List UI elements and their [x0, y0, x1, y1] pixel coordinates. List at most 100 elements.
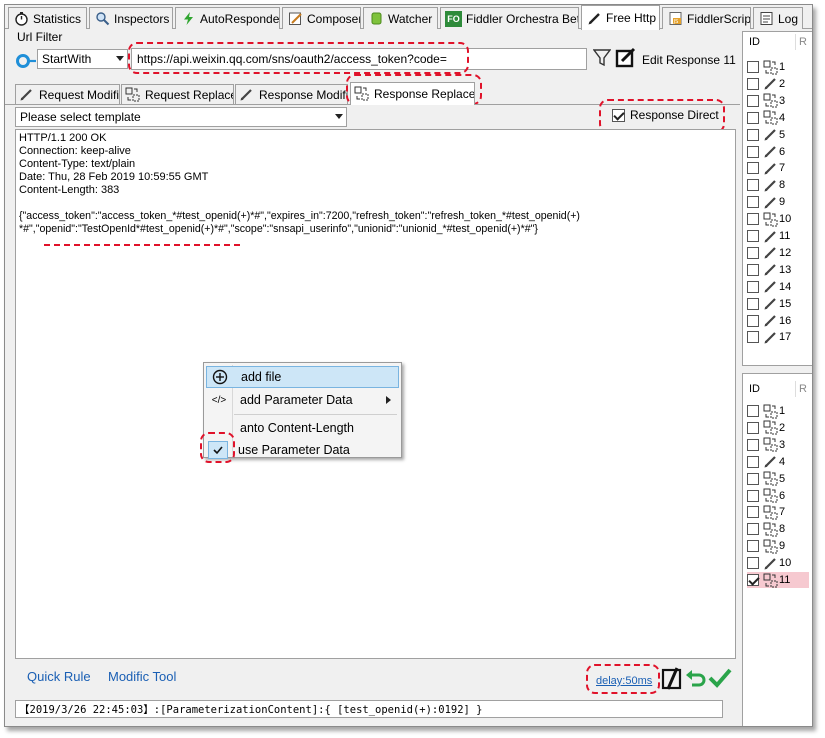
subtab-request-replace[interactable]: Request Replace: [121, 84, 234, 104]
rule-row[interactable]: 3: [747, 93, 785, 109]
app-window: Statistics Inspectors AutoResponder Comp…: [4, 4, 813, 727]
rule-list-top[interactable]: ID R 1 2 3 4 5 6 7 8 9 10 11 12 13 14 15 16 17: [742, 31, 812, 366]
rule-checkbox[interactable]: [747, 489, 759, 502]
rule-checkbox[interactable]: [747, 557, 759, 570]
rule-checkbox[interactable]: [747, 213, 759, 226]
rule-list-bottom[interactable]: ID R 1 2 3 4 5 6 7 8 9 10 11: [742, 373, 812, 726]
rule-row[interactable]: 4: [747, 454, 785, 470]
rule-row[interactable]: 14: [747, 279, 791, 295]
template-select[interactable]: Please select template: [15, 107, 347, 127]
tab-composer[interactable]: Composer: [282, 7, 361, 29]
undo-icon[interactable]: [685, 669, 707, 689]
tab-fiddlerscript[interactable]: JS FiddlerScript: [662, 7, 751, 29]
match-mode-select[interactable]: StartWith: [37, 49, 128, 69]
rule-checkbox[interactable]: [747, 523, 759, 536]
rule-row[interactable]: 11: [747, 228, 790, 244]
rule-checkbox[interactable]: [747, 128, 759, 141]
rule-row[interactable]: 15: [747, 296, 791, 312]
rule-checkbox[interactable]: [747, 438, 759, 451]
rule-row[interactable]: 9: [747, 194, 785, 210]
rule-row[interactable]: 2: [747, 420, 785, 436]
subtab-response-replace[interactable]: Response Replace: [350, 82, 475, 105]
rule-checkbox[interactable]: [747, 145, 759, 158]
rule-checkbox[interactable]: [747, 314, 759, 327]
rule-row[interactable]: 1: [747, 403, 785, 419]
checkbox-box[interactable]: [612, 108, 625, 122]
filter-ring-icon[interactable]: [15, 52, 36, 70]
rule-row[interactable]: 8: [747, 521, 785, 537]
rule-checkbox[interactable]: [747, 263, 759, 276]
rule-row[interactable]: 12: [747, 245, 791, 261]
rule-id: 1: [779, 405, 786, 417]
subtab-response-modific[interactable]: Response Modific: [235, 84, 348, 104]
rule-checkbox[interactable]: [747, 196, 759, 209]
rule-id: 2: [779, 421, 786, 434]
rule-checkbox[interactable]: [747, 331, 759, 344]
rule-row[interactable]: 10: [747, 211, 791, 227]
tab-free-http[interactable]: Free Http: [581, 5, 660, 30]
subtab-request-modific[interactable]: Request Modific: [15, 84, 120, 104]
rule-row[interactable]: 16: [747, 313, 791, 329]
rule-row[interactable]: 10: [747, 555, 791, 571]
rule-checkbox[interactable]: [747, 111, 759, 124]
modific-tool-link[interactable]: Modific Tool: [108, 669, 176, 684]
rule-checkbox[interactable]: [747, 94, 759, 107]
rule-checkbox[interactable]: [747, 574, 759, 586]
rule-checkbox[interactable]: [747, 61, 759, 73]
rule-row[interactable]: 6: [747, 488, 785, 504]
rule-row[interactable]: 5: [747, 471, 785, 487]
rule-row[interactable]: 1: [747, 59, 785, 75]
rule-id: 9: [779, 196, 786, 209]
rule-row[interactable]: 6: [747, 144, 785, 160]
rule-row[interactable]: 2: [747, 76, 785, 92]
rule-id: 7: [779, 506, 786, 519]
tab-fiddler-orchestra[interactable]: FO Fiddler Orchestra Beta: [440, 7, 579, 29]
delay-link[interactable]: delay:50ms: [596, 675, 652, 687]
edit-response-label: Edit Response 11: [642, 53, 736, 67]
rule-checkbox[interactable]: [747, 162, 759, 175]
menu-item-anto-content-length[interactable]: anto Content-Length: [206, 417, 399, 439]
rule-checkbox[interactable]: [747, 455, 759, 468]
rule-checkbox[interactable]: [747, 77, 759, 90]
menu-item-use-parameter-data[interactable]: use Parameter Data: [206, 439, 399, 461]
menu-item-add-file[interactable]: add file: [206, 366, 399, 388]
menu-item-add-parameter-data[interactable]: </> add Parameter Data: [206, 389, 399, 411]
rule-row[interactable]: 5: [747, 127, 785, 143]
rule-id: 8: [779, 179, 786, 192]
editor-line: *#","openid":"TestOpenId*#test_openid(+)…: [19, 223, 538, 235]
rule-row[interactable]: 9: [747, 538, 785, 554]
url-input[interactable]: https://api.weixin.qq.com/sns/oauth2/acc…: [131, 48, 587, 70]
rule-checkbox[interactable]: [747, 421, 759, 434]
rule-id: 14: [779, 280, 792, 293]
tab-log[interactable]: Log: [753, 7, 803, 29]
pencil-icon: [763, 245, 778, 260]
tab-statistics[interactable]: Statistics: [8, 7, 87, 29]
rule-row[interactable]: 7: [747, 504, 785, 520]
rule-row[interactable]: 17: [747, 329, 791, 345]
rule-row[interactable]: 11: [747, 572, 809, 588]
rule-id: 4: [779, 111, 786, 124]
rule-checkbox[interactable]: [747, 472, 759, 485]
rule-checkbox[interactable]: [747, 280, 759, 293]
rule-row[interactable]: 13: [747, 262, 791, 278]
rule-checkbox[interactable]: [747, 179, 759, 192]
tab-watcher[interactable]: Watcher: [363, 7, 438, 29]
rule-checkbox[interactable]: [747, 230, 759, 242]
rule-checkbox[interactable]: [747, 405, 759, 417]
funnel-icon[interactable]: [592, 48, 612, 68]
tab-autoresponder[interactable]: AutoResponder: [175, 7, 280, 29]
rule-row[interactable]: 7: [747, 160, 785, 176]
confirm-check-icon[interactable]: [708, 667, 732, 689]
rule-row[interactable]: 4: [747, 110, 785, 126]
quick-rule-link[interactable]: Quick Rule: [27, 669, 91, 684]
rule-checkbox[interactable]: [747, 540, 759, 553]
response-direct-checkbox[interactable]: Response Direct: [612, 108, 719, 122]
rule-checkbox[interactable]: [747, 297, 759, 310]
tab-inspectors[interactable]: Inspectors: [89, 7, 173, 29]
rule-row[interactable]: 3: [747, 437, 785, 453]
pen-tool-icon[interactable]: [661, 667, 683, 691]
rule-checkbox[interactable]: [747, 506, 759, 519]
edit-square-icon[interactable]: [615, 47, 637, 69]
rule-checkbox[interactable]: [747, 246, 759, 259]
rule-row[interactable]: 8: [747, 177, 785, 193]
